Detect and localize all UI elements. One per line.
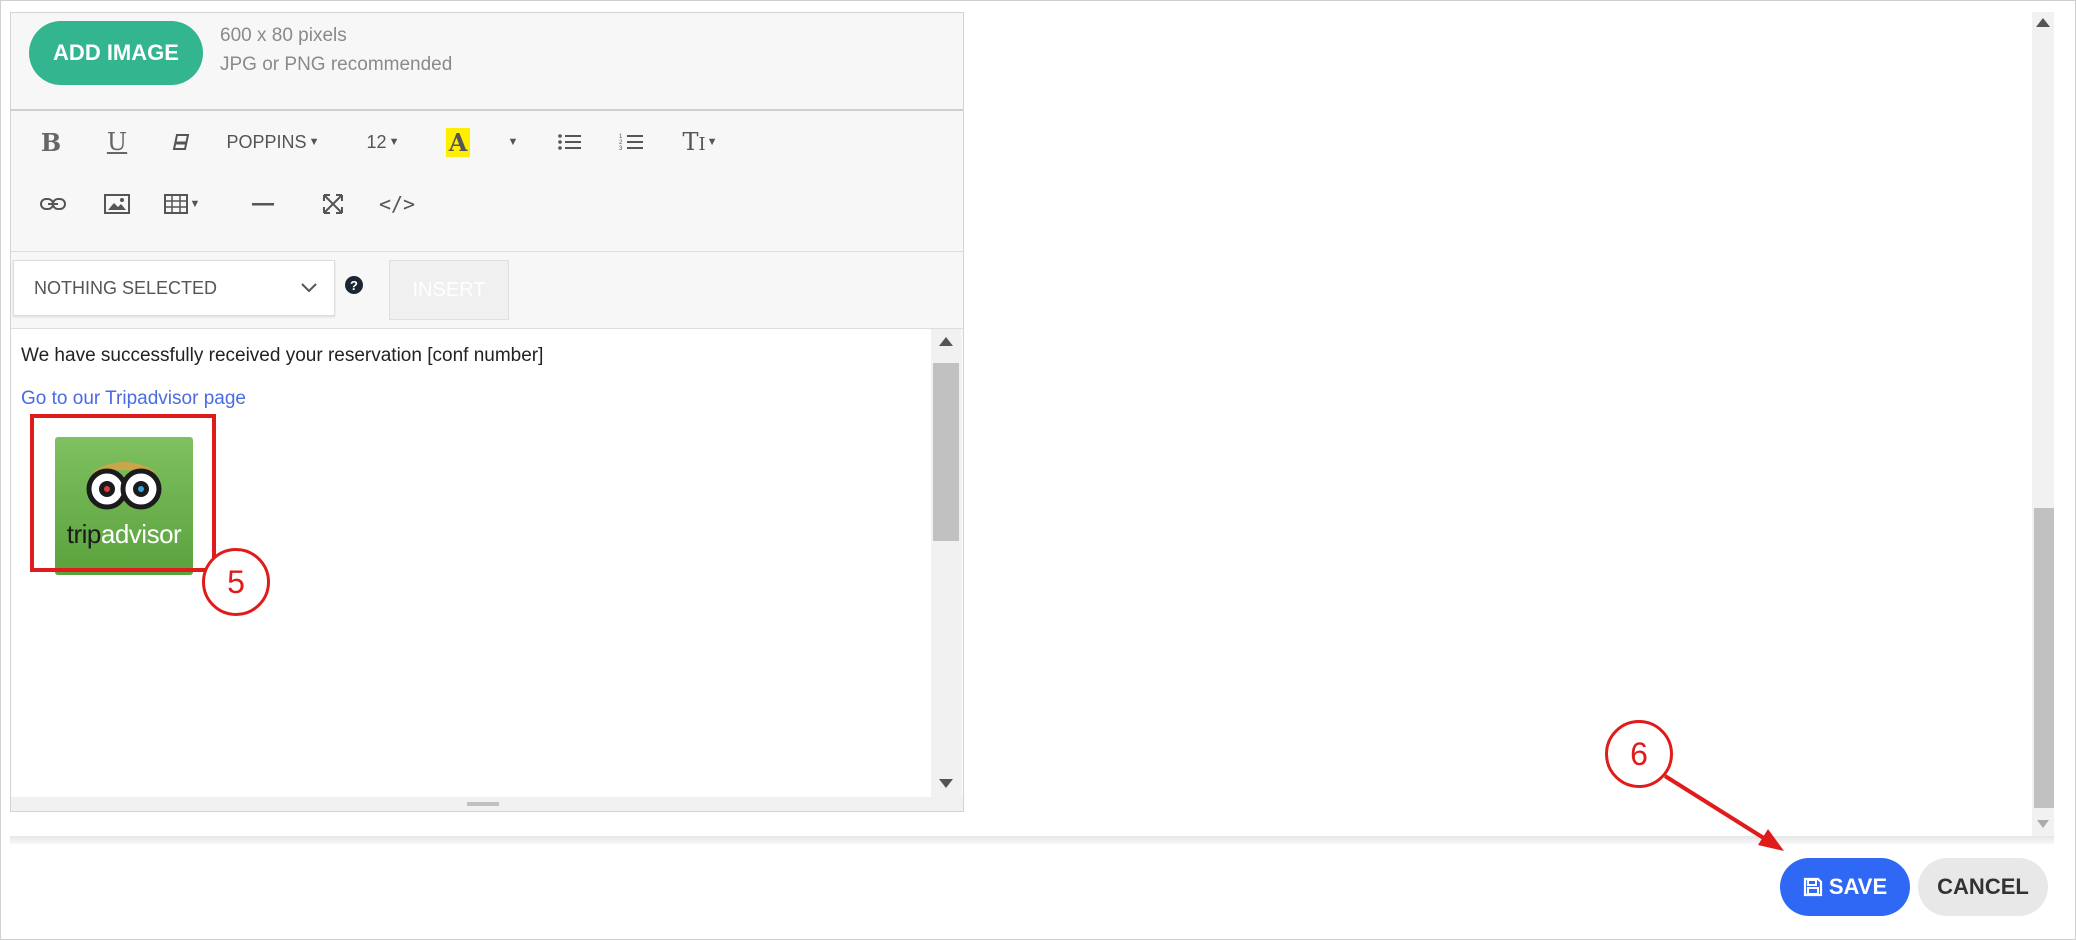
- link-button[interactable]: [33, 187, 73, 221]
- text-color-button[interactable]: A: [441, 123, 475, 161]
- resize-grip-icon: [467, 802, 499, 806]
- code-view-button[interactable]: </>: [377, 187, 417, 221]
- bold-icon: B: [40, 127, 62, 157]
- placeholder-select-label: NOTHING SELECTED: [34, 277, 218, 298]
- text-color-dropdown[interactable]: ▼: [501, 125, 525, 159]
- bullet-list-button[interactable]: [549, 125, 589, 159]
- caret-down-icon: ▼: [507, 136, 519, 148]
- table-icon: [163, 194, 188, 214]
- tripadvisor-link[interactable]: Go to our Tripadvisor page: [21, 388, 246, 410]
- scroll-down-icon[interactable]: [939, 779, 953, 788]
- scroll-up-icon[interactable]: [939, 337, 953, 346]
- body-text: We have successfully received your reser…: [21, 345, 544, 366]
- numbered-list-icon: 123: [619, 134, 643, 152]
- image-format-hint: JPG or PNG recommended: [220, 54, 453, 75]
- email-editor: ADD IMAGE 600 x 80 pixels JPG or PNG rec…: [10, 12, 964, 812]
- page-scrollbar-thumb[interactable]: [2034, 508, 2054, 808]
- image-size-hint: 600 x 80 pixels: [220, 25, 347, 46]
- horizontal-rule-icon: [252, 203, 274, 206]
- editor-scrollbar-thumb[interactable]: [933, 363, 959, 541]
- editor-resize-handle[interactable]: [11, 797, 963, 811]
- bullet-list-icon: [558, 134, 581, 150]
- page-scrollbar[interactable]: [2032, 12, 2054, 838]
- caret-down-icon: ▼: [388, 136, 400, 148]
- caret-down-icon: ▼: [706, 136, 718, 148]
- table-dropdown[interactable]: ▼: [157, 187, 207, 221]
- add-image-button[interactable]: ADD IMAGE: [29, 21, 203, 85]
- annotation-highlight-box: [30, 414, 216, 572]
- placeholder-insert-row: NOTHING SELECTED ? INSERT: [11, 252, 963, 329]
- save-icon: [1803, 877, 1822, 897]
- save-button[interactable]: SAVE: [1780, 858, 1910, 916]
- formatting-toolbar: B U POPPINS ▼ 12 ▼ A ▼ 123 TI ▼ ▼ </>: [11, 111, 963, 252]
- insert-image-button[interactable]: [97, 187, 137, 221]
- underline-button[interactable]: U: [97, 125, 137, 159]
- text-color-icon: A: [445, 127, 471, 157]
- code-icon: </>: [378, 192, 416, 216]
- svg-text:3: 3: [619, 146, 623, 152]
- font-size-label: 12: [366, 131, 387, 152]
- page-scroll-up-icon[interactable]: [2036, 18, 2050, 27]
- editor-scrollbar[interactable]: [931, 329, 961, 797]
- save-label: SAVE: [1828, 874, 1888, 899]
- insert-button[interactable]: INSERT: [389, 260, 509, 320]
- numbered-list-button[interactable]: 123: [611, 125, 651, 159]
- horizontal-rule-button[interactable]: [243, 187, 283, 221]
- header-image-section: ADD IMAGE 600 x 80 pixels JPG or PNG rec…: [11, 13, 963, 111]
- page-scroll-down-icon[interactable]: [2037, 820, 2049, 828]
- help-icon[interactable]: ?: [345, 276, 363, 294]
- font-family-dropdown[interactable]: POPPINS ▼: [223, 125, 323, 159]
- footer-divider: [10, 836, 2054, 844]
- fullscreen-icon: [323, 194, 343, 214]
- placeholder-select[interactable]: NOTHING SELECTED: [13, 260, 335, 316]
- eraser-button[interactable]: [161, 125, 201, 159]
- eraser-icon: [172, 134, 190, 150]
- underline-icon: U: [106, 128, 128, 156]
- fullscreen-button[interactable]: [313, 187, 353, 221]
- link-icon: [40, 198, 66, 210]
- image-icon: [104, 194, 130, 214]
- text-style-dropdown[interactable]: TI ▼: [675, 125, 725, 159]
- annotation-step-6: 6: [1605, 720, 1673, 788]
- font-size-dropdown[interactable]: 12 ▼: [361, 125, 405, 159]
- font-family-label: POPPINS: [226, 131, 307, 152]
- cancel-button[interactable]: CANCEL: [1918, 858, 2048, 916]
- caret-down-icon: ▼: [189, 198, 201, 210]
- text-style-icon: TI: [682, 128, 706, 156]
- caret-down-icon: ▼: [308, 136, 320, 148]
- annotation-step-5: 5: [202, 548, 270, 616]
- bold-button[interactable]: B: [31, 125, 71, 159]
- chevron-down-icon: [301, 283, 317, 293]
